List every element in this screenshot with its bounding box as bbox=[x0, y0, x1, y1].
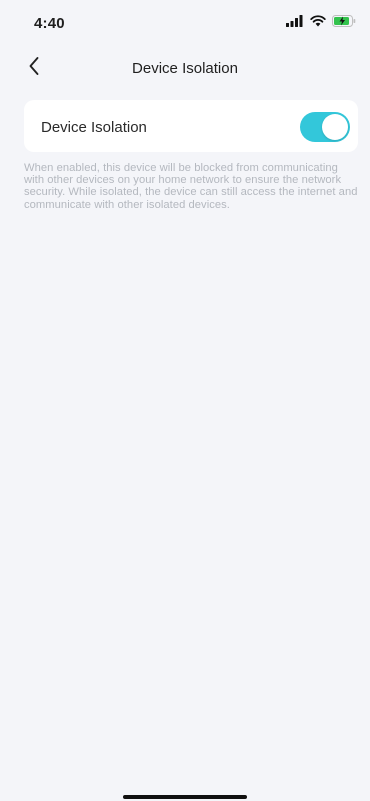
cellular-signal-icon bbox=[286, 14, 304, 32]
home-indicator[interactable] bbox=[123, 795, 247, 799]
wifi-icon bbox=[310, 14, 326, 32]
page-title: Device Isolation bbox=[132, 60, 238, 77]
battery-charging-icon bbox=[332, 14, 356, 32]
navigation-bar: Device Isolation bbox=[0, 46, 370, 90]
status-icons bbox=[286, 13, 356, 33]
device-isolation-toggle[interactable] bbox=[300, 112, 350, 142]
toggle-knob bbox=[322, 114, 348, 140]
device-isolation-description: When enabled, this device will be blocke… bbox=[24, 162, 358, 211]
device-isolation-setting-row: Device Isolation bbox=[24, 100, 358, 152]
status-bar: 4:40 bbox=[0, 0, 370, 46]
status-time: 4:40 bbox=[34, 15, 65, 32]
device-isolation-label: Device Isolation bbox=[41, 119, 147, 136]
